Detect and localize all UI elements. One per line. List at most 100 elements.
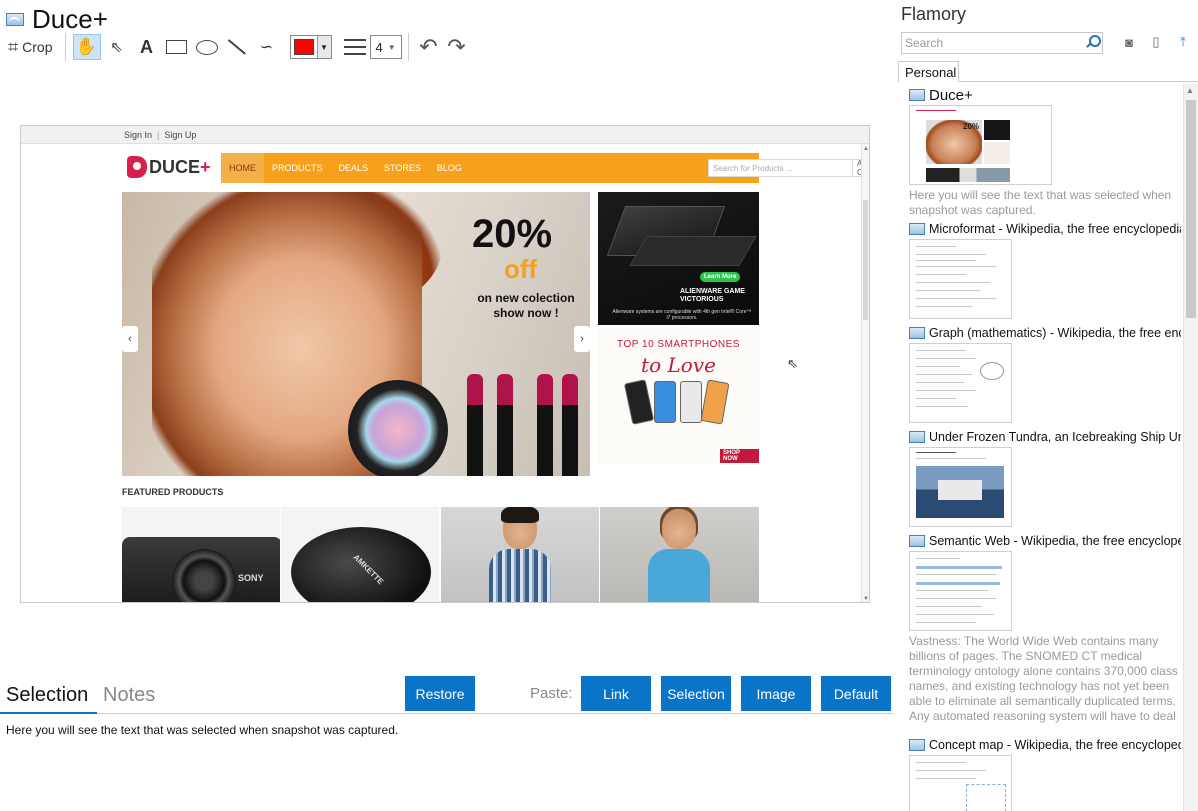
scroll-thumb[interactable] <box>1186 100 1196 318</box>
search-icon[interactable] <box>1085 35 1101 49</box>
app-window: Duce+ ⌗ Crop ✋ ⇖ A ∽ ▼ 4 ▼ ↶ ↷ Sign In |… <box>0 0 1198 811</box>
sidebar-search-placeholder: Search <box>905 36 944 50</box>
list-item-title: Microformat - Wikipedia, the free encycl… <box>929 222 1181 236</box>
list-item[interactable]: Concept map - Wikipedia, the free encycl… <box>909 737 1181 811</box>
paste-image-button[interactable]: Image <box>741 676 811 711</box>
hero-lipstick <box>562 374 578 476</box>
crop-label: Crop <box>22 39 53 55</box>
ad2-phone <box>700 379 730 425</box>
site-topbar: Sign In | Sign Up <box>21 126 869 144</box>
line-icon <box>227 39 246 55</box>
snapshot-scrollbar[interactable]: ▲ ▼ <box>861 144 869 602</box>
site-signup-link: Sign Up <box>164 129 197 140</box>
list-item-thumbnail <box>909 239 1012 319</box>
list-item[interactable]: Graph (mathematics) - Wikipedia, the fre… <box>909 325 1181 423</box>
color-swatch <box>293 39 314 55</box>
list-item-header: Under Frozen Tundra, an Icebreaking Ship… <box>909 429 1181 445</box>
line-width-icon <box>343 39 366 55</box>
list-item-description: Here you will see the text that was sele… <box>909 188 1172 217</box>
mouse-cursor-icon: ⇖ <box>787 356 798 371</box>
ellipse-tool-button[interactable] <box>193 34 221 60</box>
product-model <box>648 507 710 602</box>
chevron-down-icon: ▼ <box>316 36 331 58</box>
hand-icon: ✋ <box>75 37 98 56</box>
list-item[interactable]: Duce+ 20% Here you will see the text tha… <box>909 87 1181 218</box>
hero-compact <box>348 380 448 476</box>
pointer-icon: ⇖ <box>110 39 123 56</box>
list-item-header: Semantic Web - Wikipedia, the free encyc… <box>909 533 1181 549</box>
paste-link-button[interactable]: Link <box>581 676 651 711</box>
chevron-left-icon: ‹ <box>122 326 138 352</box>
ad2-phone <box>680 381 702 423</box>
list-item-thumbnail <box>909 343 1012 423</box>
text-icon: A <box>140 36 153 57</box>
line-tool-button[interactable] <box>223 34 251 60</box>
site-signin-link: Sign In <box>124 129 153 140</box>
list-item[interactable]: Under Frozen Tundra, an Icebreaking Ship… <box>909 429 1181 527</box>
line-width-select[interactable]: 4 ▼ <box>369 35 402 59</box>
hand-tool-button[interactable]: ✋ <box>72 34 101 60</box>
site-nav: HOME PRODUCTS DEALS STORES BLOG Search f… <box>221 153 869 183</box>
speaker-brand: AMKETTE <box>351 552 386 587</box>
paste-default-button[interactable]: Default <box>821 676 891 711</box>
rectangle-icon <box>166 40 187 54</box>
restore-button[interactable]: Restore <box>405 676 475 711</box>
site-nav-item: BLOG <box>436 163 462 173</box>
rectangle-tool-button[interactable] <box>163 34 191 60</box>
site-featured-item: SONY <box>122 507 280 602</box>
snapshot-icon <box>909 223 925 235</box>
camera-icon[interactable]: ◙ <box>1121 34 1137 50</box>
camera-brand: SONY <box>238 573 264 583</box>
list-item-title: Semantic Web - Wikipedia, the free encyc… <box>929 534 1181 548</box>
collapse-top-icon[interactable]: ⤒ <box>1175 34 1191 50</box>
site-nav-item: STORES <box>384 163 421 173</box>
site-featured-item <box>441 507 599 602</box>
redo-icon: ↷ <box>447 34 466 59</box>
document-icon[interactable]: ▯ <box>1148 34 1164 50</box>
scroll-up-icon: ▲ <box>863 146 869 152</box>
list-item[interactable]: Semantic Web - Wikipedia, the free encyc… <box>909 533 1181 724</box>
list-item-thumbnail: 20% <box>909 105 1052 185</box>
main-pane: Duce+ ⌗ Crop ✋ ⇖ A ∽ ▼ 4 ▼ ↶ ↷ Sign In |… <box>0 0 893 811</box>
site-topbar-separator: | <box>157 129 160 140</box>
tab-notes[interactable]: Notes <box>103 684 155 707</box>
ad2-phone <box>654 381 676 423</box>
crop-button[interactable]: ⌗ Crop <box>6 34 59 60</box>
product-camera: SONY <box>122 537 280 602</box>
paste-selection-button[interactable]: Selection <box>661 676 731 711</box>
list-item[interactable]: Microformat - Wikipedia, the free encycl… <box>909 221 1181 319</box>
text-tool-button[interactable]: A <box>133 34 161 60</box>
ellipse-icon <box>195 39 218 55</box>
pointer-tool-button[interactable]: ⇖ <box>103 34 131 60</box>
freehand-icon: ∽ <box>259 39 274 56</box>
tab-personal[interactable]: Personal <box>898 61 959 82</box>
bottom-tab-bar: Selection Notes Restore Paste: Link Sele… <box>0 676 893 714</box>
undo-icon: ↶ <box>419 34 438 59</box>
list-item-title: Duce+ <box>929 87 973 103</box>
color-picker[interactable]: ▼ <box>289 35 332 59</box>
sidebar-scrollbar[interactable]: ▲ <box>1183 84 1198 811</box>
list-item-header: Duce+ <box>909 87 1181 103</box>
ad2-line1: TOP 10 SMARTPHONES <box>617 339 740 350</box>
product-model <box>489 507 551 602</box>
snapshot-image[interactable]: Sign In | Sign Up DUCE + HOME PRODUCTS DE… <box>20 125 870 603</box>
site-search-box: Search for Products ... <box>708 159 853 177</box>
redo-button[interactable]: ↷ <box>443 34 471 60</box>
site-logo-text: DUCE <box>149 156 201 177</box>
tab-selection[interactable]: Selection <box>6 684 88 707</box>
title-row: Duce+ <box>6 4 108 34</box>
list-item-header: Concept map - Wikipedia, the free encycl… <box>909 737 1181 753</box>
snapshot-icon <box>909 89 925 101</box>
snapshot-icon <box>6 12 24 26</box>
flamory-sidebar: Flamory Search ◙ ▯ ⤒ Personal Duce+ 20% … <box>893 0 1198 811</box>
freehand-tool-button[interactable]: ∽ <box>253 34 281 60</box>
chevron-right-icon: › <box>574 326 590 352</box>
toolbar-separator <box>64 33 66 61</box>
snapshot-title: Duce+ <box>32 3 108 34</box>
site-featured-item <box>600 507 759 602</box>
site-featured-title: FEATURED PRODUCTS <box>122 487 224 497</box>
sidebar-search-input[interactable]: Search <box>901 32 1103 54</box>
undo-button[interactable]: ↶ <box>415 34 443 60</box>
scroll-thumb[interactable] <box>863 200 868 320</box>
annotation-toolbar: ⌗ Crop ✋ ⇖ A ∽ ▼ 4 ▼ ↶ ↷ <box>6 33 471 61</box>
